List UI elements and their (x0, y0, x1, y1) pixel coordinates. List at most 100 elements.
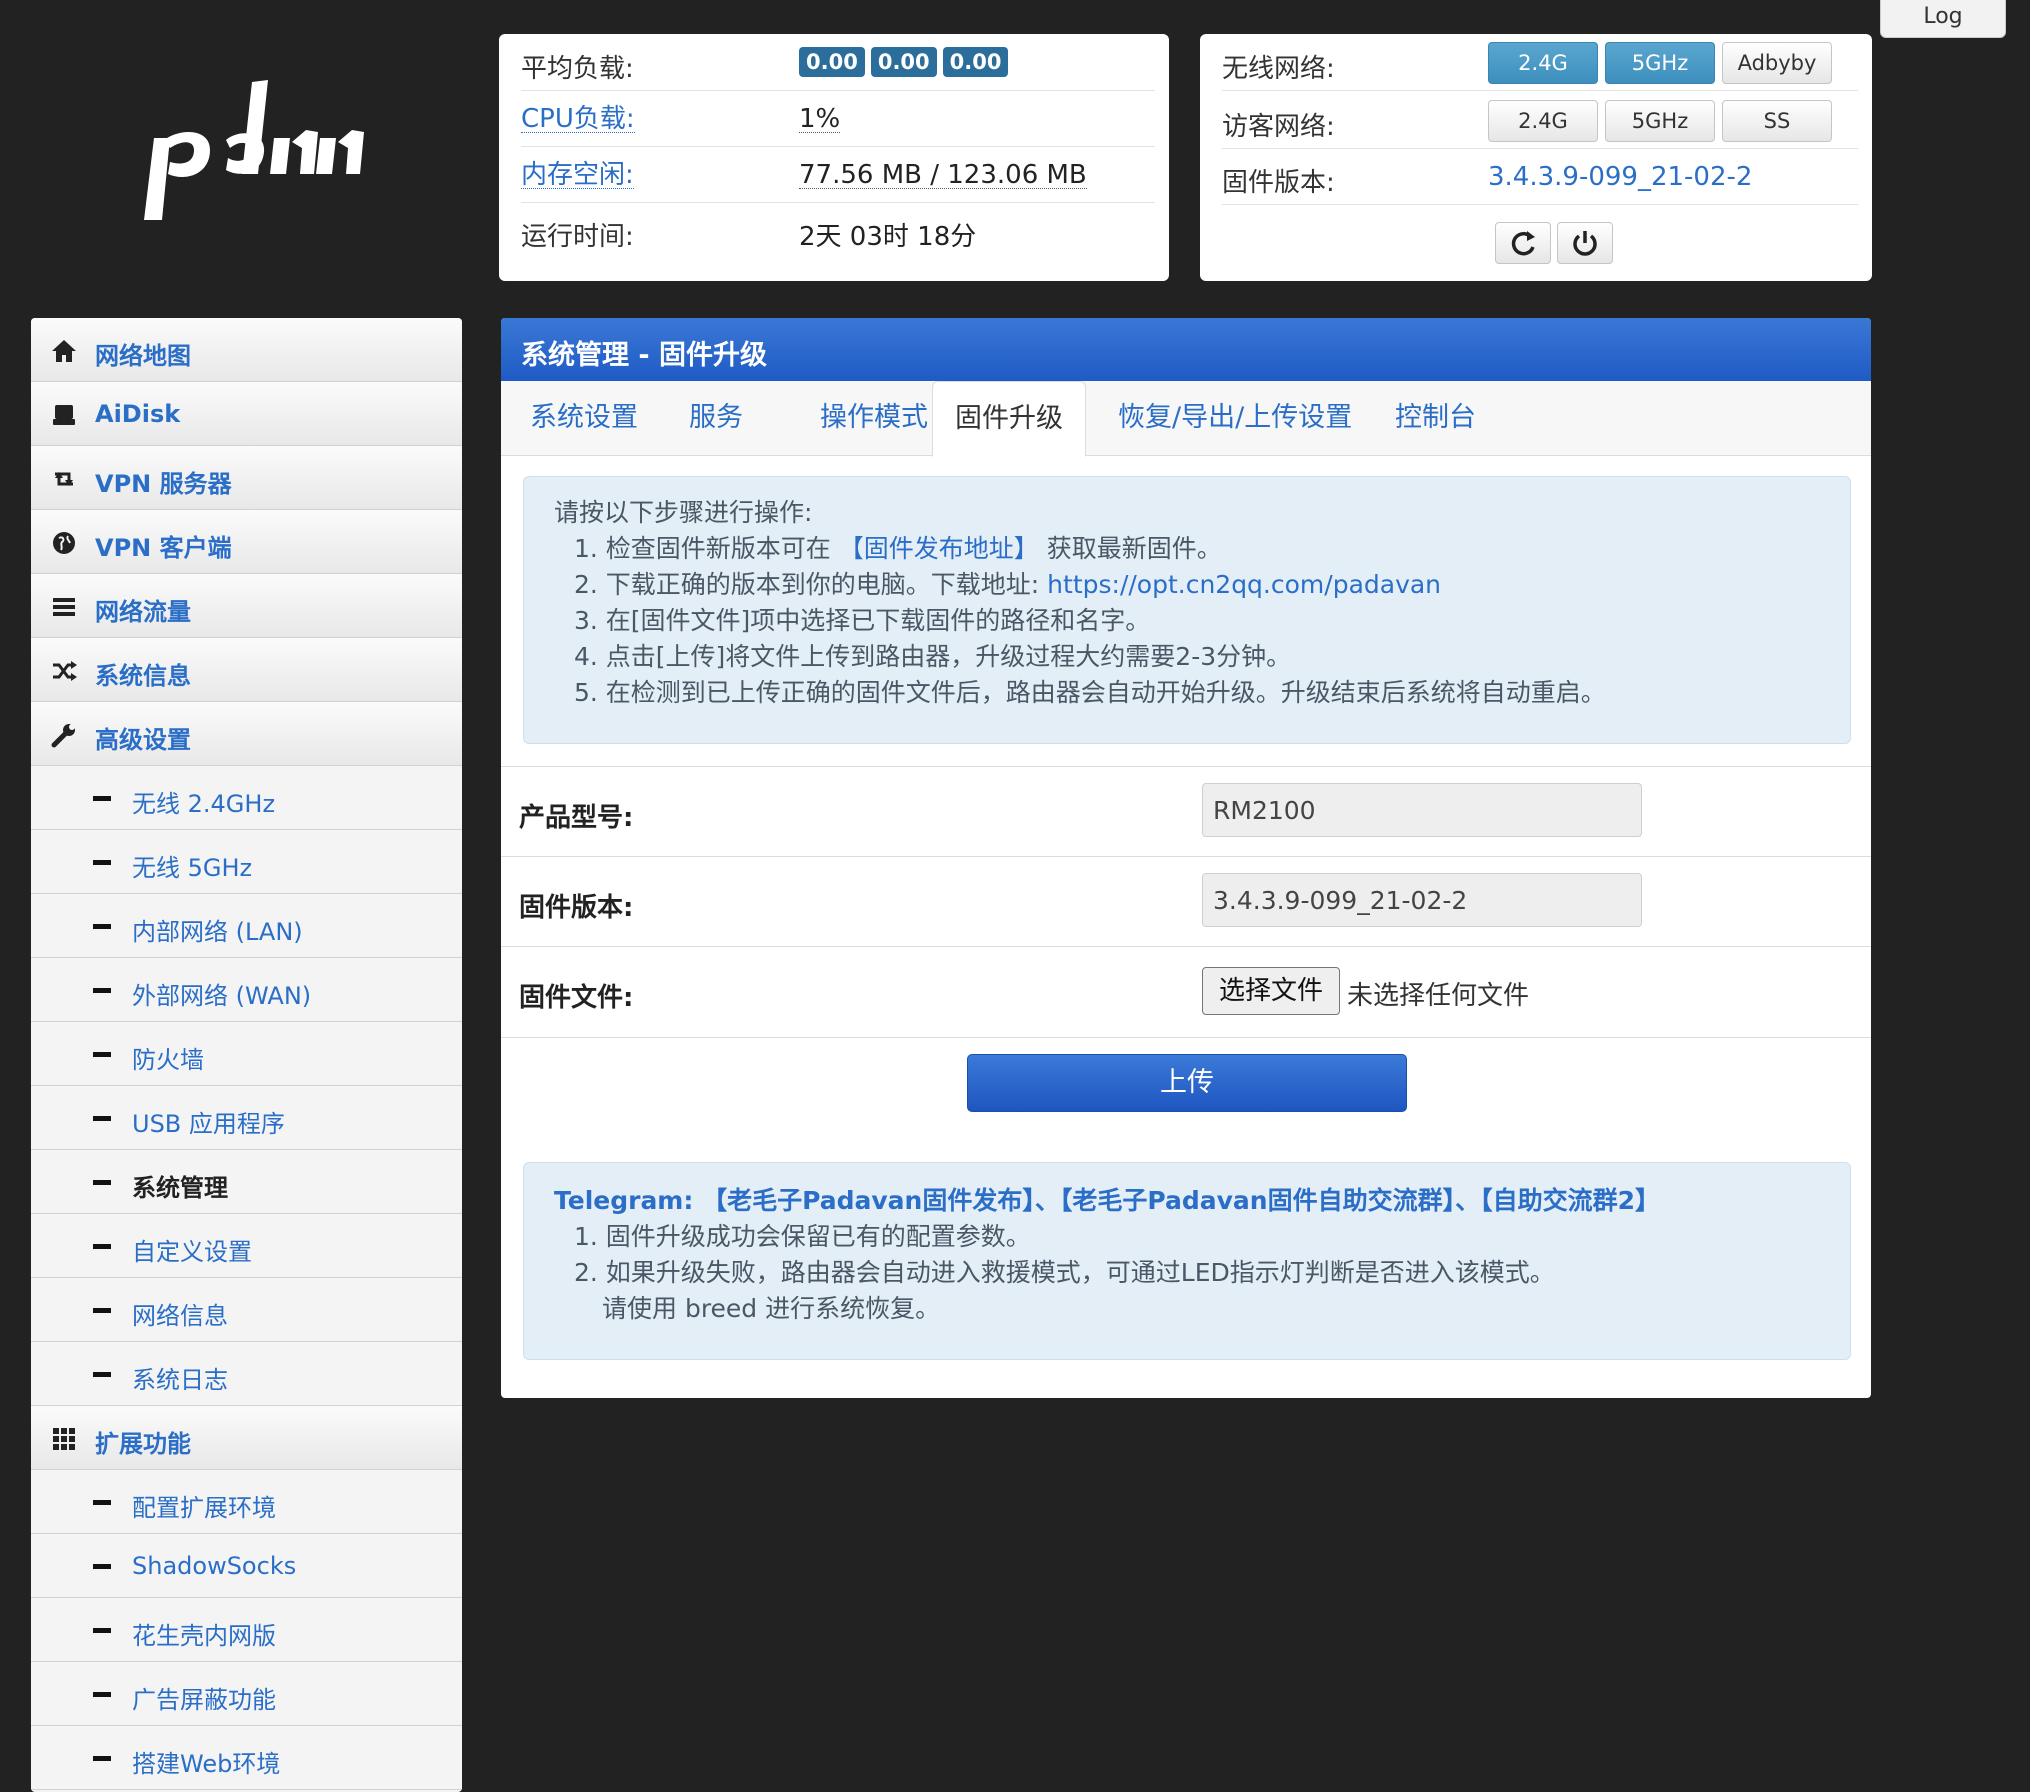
sidebar-item-advanced-settings[interactable]: 高级设置 (31, 702, 462, 766)
dash-icon (93, 1308, 111, 1313)
choose-file-button[interactable]: 选择文件 (1202, 967, 1340, 1015)
product-model-label: 产品型号: (519, 803, 634, 833)
note-2: 2. 如果升级失败，路由器会自动进入救援模式，可通过LED指示灯判断是否进入该模… (574, 1258, 1555, 1287)
dash-icon (93, 1564, 111, 1569)
sidebar-item-label: 内部网络 (LAN) (132, 918, 303, 946)
sidebar-item-system-log[interactable]: 系统日志 (31, 1342, 462, 1406)
dash-icon (93, 924, 111, 929)
refresh-button[interactable] (1495, 222, 1551, 264)
refresh-icon (1511, 231, 1535, 256)
uptime-row: 运行时间: 2天 03时 18分 (521, 202, 1155, 258)
sidebar-item-label: ShadowSocks (132, 1552, 297, 1580)
dash-icon (93, 1116, 111, 1121)
tab-services[interactable]: 服务 (667, 381, 765, 455)
sidebar-item-usb-apps[interactable]: USB 应用程序 (31, 1086, 462, 1150)
padavan-logo (140, 70, 370, 230)
ss-button[interactable]: SS (1722, 100, 1832, 142)
firmware-version-link[interactable]: 3.4.3.9-099_21-02-2 (1488, 162, 1752, 192)
cpu-load-link[interactable]: CPU负载: (521, 106, 635, 133)
sidebar-item-wan[interactable]: 外部网络 (WAN) (31, 958, 462, 1022)
sidebar-item-shadowsocks[interactable]: ShadowSocks (31, 1534, 462, 1598)
sidebar-item-label: 花生壳内网版 (132, 1622, 276, 1650)
tab-restore-export[interactable]: 恢复/导出/上传设置 (1096, 381, 1374, 455)
sidebar-item-label: 高级设置 (95, 726, 191, 754)
wireless-2g-button[interactable]: 2.4G (1488, 42, 1598, 84)
disk-icon (51, 402, 77, 428)
power-button[interactable] (1557, 222, 1613, 264)
sidebar-item-traffic[interactable]: 网络流量 (31, 574, 462, 638)
firmware-label: 固件版本: (1222, 168, 1335, 198)
load-5min-badge: 0.00 (870, 47, 937, 77)
memory-row: 内存空闲: 77.56 MB / 123.06 MB (521, 146, 1155, 203)
sidebar-item-lan[interactable]: 内部网络 (LAN) (31, 894, 462, 958)
memory-free-link[interactable]: 内存空闲: (521, 162, 634, 189)
sidebar-item-wireless-24[interactable]: 无线 2.4GHz (31, 766, 462, 830)
telegram-label: Telegram: (554, 1186, 703, 1215)
sidebar-item-adblock[interactable]: 广告屏蔽功能 (31, 1662, 462, 1726)
network-status-panel: 无线网络: 2.4G 5GHz Adbyby 访客网络: 2.4G 5GHz S… (1200, 34, 1872, 281)
logo-graphic (144, 80, 364, 220)
instruction-step-2: 2. 下载正确的版本到你的电脑。下载地址: https://opt.cn2qq.… (574, 565, 1441, 601)
uptime-label: 运行时间: (521, 222, 634, 252)
dash-icon (93, 1628, 111, 1633)
sidebar-item-label: 网络流量 (95, 598, 191, 626)
notes-box: Telegram: 【老毛子Padavan固件发布】、【老毛子Padavan固件… (523, 1162, 1851, 1360)
memory-value: 77.56 MB / 123.06 MB (799, 160, 1087, 190)
sidebar-item-web-env[interactable]: 搭建Web环境 (31, 1726, 462, 1790)
sidebar-item-vpn-client[interactable]: VPN 客户端 (31, 510, 462, 574)
wireless-row: 无线网络: 2.4G 5GHz Adbyby (1222, 34, 1858, 91)
step-1-text: 1. 检查固件新版本可在 (574, 534, 839, 563)
tab-operation-mode[interactable]: 操作模式 (798, 381, 950, 455)
sidebar-item-ext-env[interactable]: 配置扩展环境 (31, 1470, 462, 1534)
tab-firmware-upgrade[interactable]: 固件升级 (932, 381, 1086, 457)
sidebar-item-wireless-5[interactable]: 无线 5GHz (31, 830, 462, 894)
sidebar-item-aidisk[interactable]: AiDisk (31, 382, 462, 446)
grid-icon (51, 1426, 77, 1452)
sidebar-item-label: 搭建Web环境 (132, 1750, 281, 1778)
load-row: 平均负载: 0.00 0.00 0.00 (521, 34, 1155, 91)
dash-icon (93, 988, 111, 993)
sidebar-item-label: 网络信息 (132, 1302, 228, 1330)
wrench-icon (51, 722, 77, 748)
wireless-5g-button[interactable]: 5GHz (1605, 42, 1715, 84)
cpu-row: CPU负载: 1% (521, 90, 1155, 147)
system-status-panel: 平均负载: 0.00 0.00 0.00 CPU负载: 1% 内存空闲: 77.56… (499, 34, 1169, 281)
shuffle-icon (51, 658, 77, 684)
firmware-version-row: 固件版本: 3.4.3.9-099_21-02-2 (501, 856, 1871, 947)
upload-button[interactable]: 上传 (967, 1054, 1407, 1112)
step-2-text: 2. 下载正确的版本到你的电脑。下载地址: (574, 570, 1048, 599)
sidebar-item-custom-settings[interactable]: 自定义设置 (31, 1214, 462, 1278)
sidebar-item-label: 自定义设置 (132, 1238, 252, 1266)
guest-label: 访客网络: (1222, 112, 1335, 142)
sidebar-item-network-map[interactable]: 网络地图 (31, 318, 462, 382)
product-model-field: RM2100 (1202, 783, 1642, 837)
sidebar-item-network-info[interactable]: 网络信息 (31, 1278, 462, 1342)
retweet-icon (51, 466, 77, 492)
guest-5g-button[interactable]: 5GHz (1605, 100, 1715, 142)
sidebar-item-firewall[interactable]: 防火墙 (31, 1022, 462, 1086)
group-2-link[interactable]: 【自助交流群2】 (1480, 1186, 1660, 1215)
tab-system-settings[interactable]: 系统设置 (508, 381, 660, 455)
sidebar-item-label: 配置扩展环境 (132, 1494, 276, 1522)
instruction-step-3: 3. 在[固件文件]项中选择已下载固件的路径和名字。 (574, 606, 1151, 635)
firmware-version-label: 固件版本: (519, 893, 634, 923)
guest-2g-button[interactable]: 2.4G (1488, 100, 1598, 142)
dash-icon (93, 1180, 111, 1185)
log-button[interactable]: Log (1880, 0, 2006, 38)
wireless-label: 无线网络: (1222, 54, 1335, 84)
home-icon (51, 338, 77, 364)
sidebar-item-administration[interactable]: 系统管理 (31, 1150, 462, 1214)
sidebar-item-system-info[interactable]: 系统信息 (31, 638, 462, 702)
sidebar-item-label: 网络地图 (95, 342, 191, 370)
sidebar-item-vpn-server[interactable]: VPN 服务器 (31, 446, 462, 510)
sidebar-item-label: 广告屏蔽功能 (132, 1686, 276, 1714)
padavan-group-link[interactable]: 【老毛子Padavan固件自助交流群】 (1060, 1186, 1455, 1215)
instructions-heading: 请按以下步骤进行操作: (554, 498, 813, 527)
sidebar-item-extensions[interactable]: 扩展功能 (31, 1406, 462, 1470)
adbyby-button[interactable]: Adbyby (1722, 42, 1832, 84)
firmware-release-link[interactable]: 【固件发布地址】 (839, 534, 1039, 563)
sidebar-item-oray[interactable]: 花生壳内网版 (31, 1598, 462, 1662)
download-url-link[interactable]: https://opt.cn2qq.com/padavan (1047, 570, 1441, 599)
tab-console[interactable]: 控制台 (1373, 381, 1498, 455)
padavan-release-link[interactable]: 【老毛子Padavan固件发布】 (702, 1186, 1035, 1215)
